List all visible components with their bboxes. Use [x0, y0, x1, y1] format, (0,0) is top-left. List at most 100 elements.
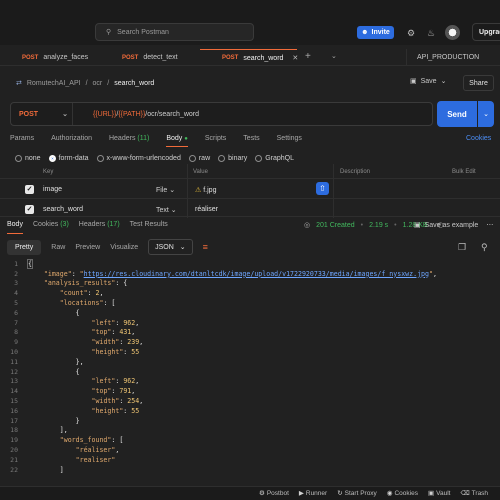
search-icon[interactable]: ⚲	[481, 242, 488, 253]
view-raw[interactable]: Raw	[51, 244, 65, 251]
trash-button[interactable]: ⌫ Trash	[460, 489, 488, 497]
response-tab-body[interactable]: Body	[7, 221, 23, 234]
form-value[interactable]: ⚠ f.jpg	[195, 186, 216, 194]
runner-button[interactable]: ▶ Runner	[299, 489, 327, 497]
column-description: Description	[340, 169, 371, 175]
headers-count: (11)	[137, 135, 150, 142]
tab-analyze-faces[interactable]: POST analyze_faces	[0, 49, 100, 66]
response-time[interactable]: 2.19 s	[369, 222, 388, 229]
view-preview[interactable]: Preview	[75, 244, 100, 251]
upload-icon[interactable]: ⇧	[316, 182, 329, 195]
breadcrumb-workspace[interactable]: RomutechAI_API	[27, 80, 81, 87]
tab-headers[interactable]: Headers (11)	[109, 135, 149, 142]
bell-icon[interactable]: ♨	[425, 27, 437, 39]
form-key[interactable]: search_word	[43, 206, 83, 213]
add-user-icon: ☻	[361, 29, 369, 36]
url-input[interactable]: {{URL}} / {{PATH}}/ocr/search_word	[73, 111, 199, 118]
line-number: 6	[14, 308, 18, 317]
file-name: f.jpg	[203, 187, 217, 194]
type-select[interactable]: File ⌄	[156, 186, 175, 194]
search-input[interactable]: ⚲ Search Postman	[95, 23, 254, 41]
trash-icon: ⌫	[460, 490, 470, 497]
row-checkbox[interactable]: ✓	[25, 205, 34, 214]
method-label: POST	[19, 110, 39, 118]
footer-label: Cookies	[394, 490, 418, 497]
chevron-down-icon: ⌄	[440, 78, 447, 85]
tab-search-word[interactable]: POST search_word ✕	[200, 49, 298, 66]
send-options-button[interactable]: ⌄	[478, 101, 494, 127]
postbot-button[interactable]: ⚙ Postbot	[259, 489, 289, 497]
tab-body[interactable]: Body ●	[166, 135, 188, 147]
wrap-lines-icon[interactable]: ≡	[203, 242, 208, 252]
invite-button[interactable]: ☻ Invite	[357, 26, 394, 39]
start-proxy-button[interactable]: ↻ Start Proxy	[337, 489, 377, 497]
breadcrumb-current[interactable]: search_word	[114, 80, 154, 87]
status-badge[interactable]: 201 Created	[316, 222, 355, 229]
line-number: 20	[10, 446, 18, 455]
save-button[interactable]: ▣ Save ⌄	[410, 77, 447, 86]
line-number: 5	[14, 299, 18, 308]
bulk-edit-link[interactable]: Bulk Edit	[452, 169, 476, 175]
tab-settings[interactable]: Settings	[277, 135, 302, 142]
row-checkbox[interactable]: ✓	[25, 185, 34, 194]
new-tab-icon[interactable]: +	[305, 51, 311, 62]
type-select[interactable]: Text ⌄	[156, 206, 177, 214]
format-select[interactable]: JSON ⌄	[148, 239, 193, 255]
view-pretty[interactable]: Pretty	[7, 239, 42, 255]
radio-raw[interactable]: raw	[188, 155, 210, 162]
radio-label: form-data	[58, 155, 89, 162]
radio-binary[interactable]: binary	[218, 155, 247, 162]
chevron-down-icon: ⌄	[62, 111, 68, 118]
tab-detect-text[interactable]: POST detect_text	[100, 49, 200, 66]
response-tab-headers[interactable]: Headers (17)	[79, 221, 120, 228]
line-number: 15	[10, 397, 18, 406]
divider	[187, 164, 188, 218]
save-example-button[interactable]: ▣ Save as example ⋯	[414, 221, 493, 230]
tab-authorization[interactable]: Authorization	[51, 135, 92, 142]
json-word: "realiser"	[75, 455, 116, 464]
copy-icon[interactable]: ❐	[458, 242, 466, 253]
form-key[interactable]: image	[43, 186, 62, 193]
request-subtabs: Params Authorization Headers (11) Body ●…	[10, 135, 302, 147]
chevron-down-icon[interactable]: ⌄	[331, 52, 337, 60]
radio-graphql[interactable]: GraphQL	[255, 155, 294, 162]
response-tab-tests[interactable]: Test Results	[130, 221, 168, 228]
gear-icon[interactable]: ⚙	[405, 27, 417, 39]
status-bar-items: ⚙ Postbot ▶ Runner ↻ Start Proxy ◉ Cookies ▣…	[259, 489, 488, 497]
line-number: 4	[14, 289, 18, 298]
radio-circle	[96, 155, 104, 162]
close-icon[interactable]: ✕	[292, 54, 298, 62]
radio-urlencoded[interactable]: x-www-form-urlencoded	[96, 155, 181, 162]
response-tab-cookies[interactable]: Cookies (3)	[33, 221, 69, 228]
upgrade-button[interactable]: Upgrade	[472, 23, 500, 41]
proxy-icon: ↻	[337, 490, 343, 497]
radio-none[interactable]: none	[15, 155, 41, 162]
tab-scripts[interactable]: Scripts	[205, 135, 226, 142]
more-icon[interactable]: ⋯	[486, 221, 493, 229]
breadcrumb-folder[interactable]: ocr	[93, 80, 103, 87]
json-value: 962	[123, 318, 136, 327]
environment-select[interactable]: API_PRODUCTION	[406, 49, 500, 66]
form-value[interactable]: réaliser	[195, 206, 218, 213]
view-visualize[interactable]: Visualize	[110, 244, 138, 251]
bot-icon: ⚙	[259, 490, 265, 497]
share-button[interactable]: Share	[463, 75, 494, 91]
save-icon: ▣	[410, 78, 417, 85]
tab-params[interactable]: Params	[10, 135, 34, 142]
response-tabs: Body Cookies (3) Headers (17) Test Resul…	[7, 221, 168, 234]
avatar[interactable]	[445, 25, 460, 40]
cookies-link[interactable]: Cookies	[466, 135, 491, 142]
line-number: 19	[10, 436, 18, 445]
divider	[333, 164, 334, 218]
image-url-link[interactable]: https://res.cloudinary.com/dtanltcdk/ima…	[84, 270, 429, 278]
tab-method: POST	[122, 54, 139, 61]
radio-circle	[255, 155, 263, 162]
tab-tests[interactable]: Tests	[243, 135, 259, 142]
method-select[interactable]: POST ⌄	[11, 103, 73, 125]
tab-method: POST	[22, 54, 39, 61]
vault-button[interactable]: ▣ Vault	[428, 489, 451, 497]
cookies-button[interactable]: ◉ Cookies	[387, 489, 418, 497]
response-body[interactable]: 1{ 2 "image": "https://res.cloudinary.co…	[0, 259, 500, 485]
send-button[interactable]: Send	[437, 101, 477, 127]
radio-form-data[interactable]: form-data	[48, 155, 89, 162]
